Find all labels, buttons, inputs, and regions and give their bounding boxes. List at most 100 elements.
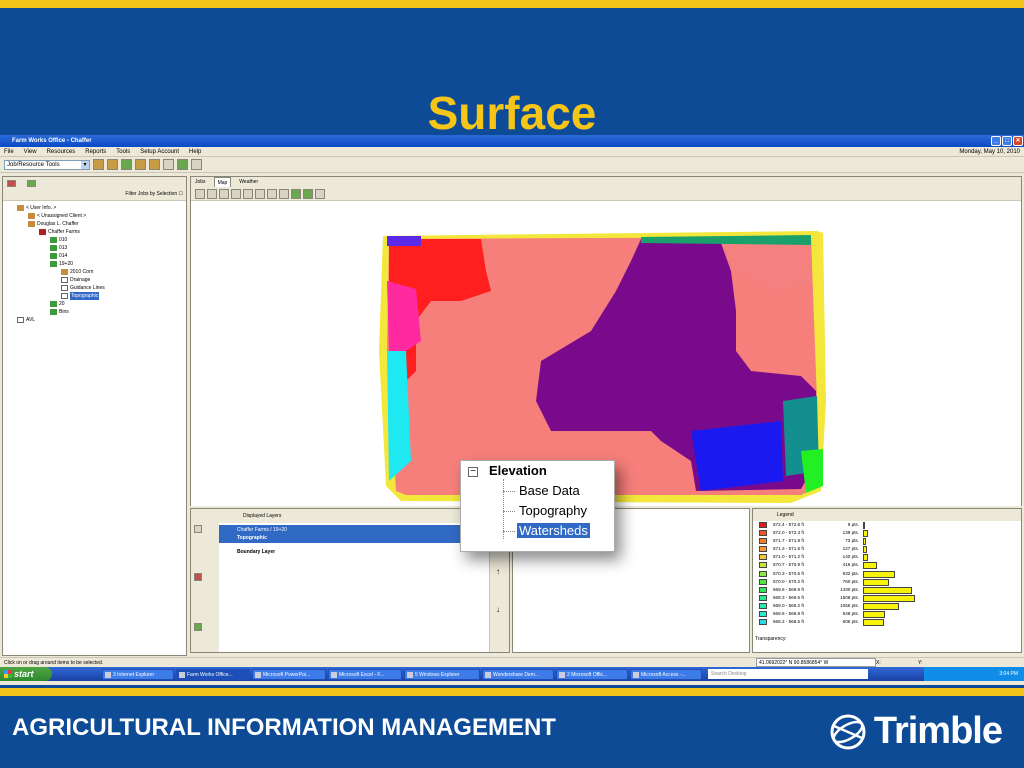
layer-tools-icon[interactable] [194,525,202,533]
layer-item-topographic[interactable]: Chaffer Farms / 19+20 Topographic [219,525,489,543]
menu-tools[interactable]: Tools [116,147,130,156]
legend-histogram-bar [863,611,886,619]
people-icon[interactable] [149,159,160,170]
play-icon[interactable] [315,188,325,199]
edit-icon[interactable] [163,159,174,170]
tree-item[interactable]: AVL [6,316,183,324]
menu-file[interactable]: File [4,147,14,156]
farm-icon[interactable] [7,180,16,187]
tree-item-label: 014 [59,253,68,259]
move-down-icon[interactable]: ↓ [496,605,500,614]
task-windows-explorer[interactable]: 5 Windows Explorer [404,668,480,680]
legend-swatch [759,538,767,545]
node-base-data[interactable]: Base Data [519,483,580,498]
collapse-icon[interactable]: − [468,467,478,477]
legend-count: 140 pts. [842,554,859,560]
tree-item[interactable]: 19+20 [6,260,183,268]
doc-icon [61,285,68,291]
coordinate-readout: 41.0692022° N 90.8586854° W [756,658,876,667]
tab-weather[interactable]: Weather [239,177,258,187]
main-toolbar: Job/Resource Tools [0,157,1024,173]
view-tabs: Jobs Map Weather [191,177,1021,187]
task-wondershare[interactable]: Wondershare Dem... [482,668,554,680]
tree-item[interactable]: 013 [6,244,183,252]
legend-row: 569.6 - 569.9 ft 1430 pts. [753,586,1021,594]
tree-item[interactable]: Chaffer Farms [6,228,183,236]
legend-swatch [759,578,767,585]
tree-item[interactable]: 014 [6,252,183,260]
menu-reports[interactable]: Reports [85,147,106,156]
footer-text: AGRICULTURAL INFORMATION MANAGEMENT [12,714,556,741]
node-topography[interactable]: Topography [519,503,587,518]
elevation-node[interactable]: Elevation [489,463,547,478]
legend-histogram-bar [863,594,915,602]
tree-item[interactable]: Drainage [6,276,183,284]
equipment-icon[interactable] [107,159,118,170]
filter-by-selection[interactable]: Filter Jobs by Selection ☐ [125,191,183,197]
tree-item[interactable]: 010 [6,236,183,244]
tool-selector[interactable]: Job/Resource Tools [4,159,90,170]
pointer-icon[interactable] [195,188,205,199]
close-button[interactable]: ✕ [1013,136,1023,146]
menu-help[interactable]: Help [189,147,201,156]
layer-map-icon[interactable] [194,623,202,631]
legend-histogram-bar [863,554,868,562]
zoom-in-icon[interactable] [243,188,253,199]
tree-item-label: AVL [26,317,36,323]
maximize-button[interactable]: □ [1002,136,1012,146]
tab-jobs[interactable]: Jobs [195,177,206,187]
filter-icon[interactable] [27,180,36,187]
tree-item[interactable]: Topographic [6,292,183,300]
task-internet-explorer[interactable]: 3 Internet Explorer [102,668,174,680]
minimize-button[interactable]: _ [991,136,1001,146]
legend-swatch [759,611,767,618]
legend-range: 572.0 - 572.3 ft [773,530,804,536]
field-icon[interactable] [121,159,132,170]
layer-type: Topographic [237,535,267,541]
menu-view[interactable]: View [24,147,37,156]
user-icon [17,205,24,211]
slide-title: Surface [427,87,597,139]
tree-item[interactable]: 20 [6,300,183,308]
menu-setup-account[interactable]: Setup Account [140,147,179,156]
legend-count: 73 pts. [845,538,859,544]
layer-item-boundary[interactable]: Boundary Layer [219,547,489,557]
draw-icon[interactable] [291,188,301,199]
tab-map[interactable]: Map [213,177,232,187]
date-display: Monday, May 10, 2010 [959,149,1020,155]
tree-item[interactable]: < User Info. > [6,204,183,212]
select-icon[interactable] [207,188,217,199]
task-powerpoint[interactable]: Microsoft PowerPoi... [252,668,326,680]
desktop-search[interactable]: Search Desktop [708,669,868,679]
zoom-out-icon[interactable] [255,188,265,199]
task-excel[interactable]: Microsoft Excel - F... [328,668,402,680]
layer-color-icon[interactable] [194,573,202,581]
start-button[interactable]: start [0,667,52,681]
menu-resources[interactable]: Resources [47,147,76,156]
node-watersheds[interactable]: Watersheds [517,523,590,538]
grid-icon[interactable] [219,188,229,199]
move-up-icon[interactable]: ↑ [496,567,500,576]
pan-icon[interactable] [231,188,241,199]
task-farm-works[interactable]: Farm Works Office... [176,668,250,680]
tree-item[interactable]: < Unassigned Client > [6,212,183,220]
task-microsoft-office[interactable]: 2 Microsoft Offic... [556,668,628,680]
legend-histogram-bar [863,578,890,586]
tree-item-label: 19+20 [59,261,74,267]
legend-swatch [759,546,767,553]
tree-item[interactable]: Guidance Lines [6,284,183,292]
zoom-extent-icon[interactable] [267,188,277,199]
task-access[interactable]: Microsoft Access -... [630,668,702,680]
legend-range: 569.6 - 569.9 ft [773,586,804,592]
layer-icon[interactable] [303,188,313,199]
resource-icon[interactable] [135,159,146,170]
tree-item[interactable]: Bins [6,308,183,316]
tree-item-label: Drainage [70,277,91,283]
notes-icon[interactable] [191,159,202,170]
legend-swatch [759,530,767,537]
tractor-icon[interactable] [93,159,104,170]
globe-icon[interactable] [177,159,188,170]
measure-icon[interactable] [279,188,289,199]
tree-item[interactable]: 2010 Corn [6,268,183,276]
tree-item[interactable]: Douglas L. Chaffer [6,220,183,228]
